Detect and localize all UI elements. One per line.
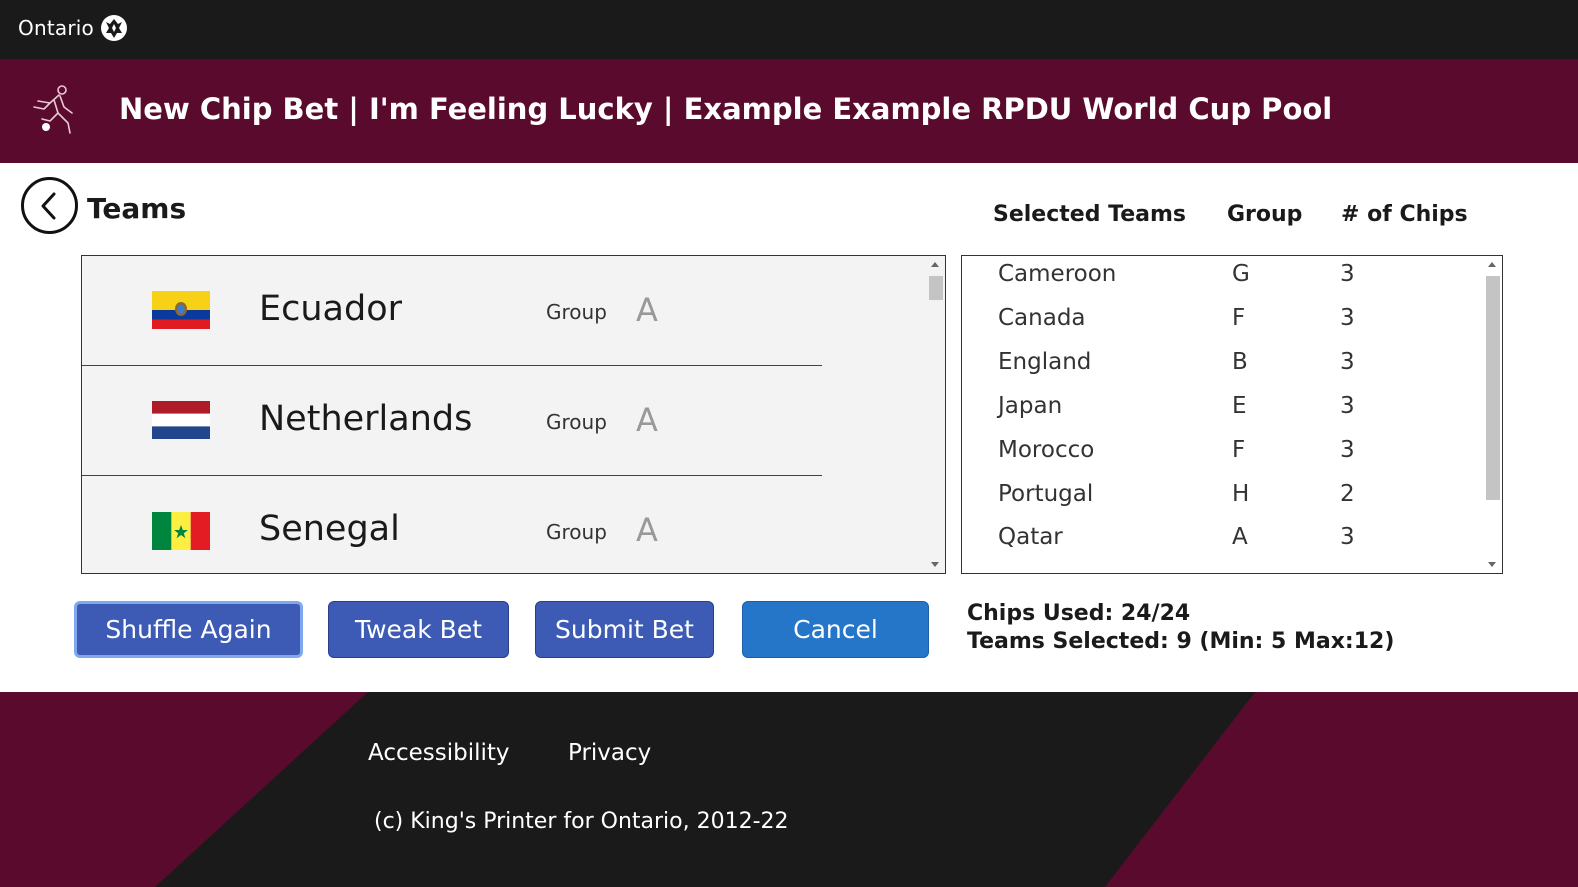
- section-title: Teams: [87, 192, 187, 225]
- group-value: A: [636, 401, 658, 439]
- team-name: Netherlands: [259, 399, 473, 439]
- table-row[interactable]: Japan E 3: [962, 388, 1482, 432]
- page-title: New Chip Bet | I'm Feeling Lucky | Examp…: [119, 92, 1333, 126]
- team-list-scrollbar[interactable]: [927, 260, 943, 569]
- ecuador-flag: [152, 291, 210, 329]
- netherlands-flag: [152, 401, 210, 439]
- chips-cell: 3: [1340, 524, 1355, 550]
- group-cell: B: [1232, 349, 1248, 375]
- privacy-link[interactable]: Privacy: [568, 740, 651, 766]
- table-row[interactable]: Cameroon G 3: [962, 256, 1482, 300]
- scrollbar-thumb[interactable]: [929, 276, 943, 300]
- team-cell: England: [998, 349, 1092, 375]
- team-gallery[interactable]: Ecuador Group A Netherlands Group A Sene…: [81, 255, 946, 574]
- chips-cell: 3: [1340, 261, 1355, 287]
- app-header: New Chip Bet | I'm Feeling Lucky | Examp…: [0, 59, 1578, 163]
- chips-cell: 2: [1340, 481, 1355, 507]
- ontario-logo-text: Ontario: [18, 16, 94, 40]
- chips-cell: 3: [1340, 349, 1355, 375]
- trillium-icon: [100, 15, 127, 41]
- chips-cell: 3: [1340, 437, 1355, 463]
- table-row[interactable]: Morocco F 3: [962, 432, 1482, 476]
- team-cell: Canada: [998, 305, 1086, 331]
- group-label: Group: [546, 520, 607, 544]
- team-row[interactable]: Netherlands Group A: [82, 366, 822, 476]
- team-cell: Portugal: [998, 481, 1094, 507]
- teams-selected-text: Teams Selected: 9 (Min: 5 Max:12): [967, 629, 1395, 654]
- table-row[interactable]: Portugal H 2: [962, 476, 1482, 520]
- footer-background-shape: [155, 692, 1255, 887]
- group-value: A: [636, 291, 658, 329]
- group-cell: A: [1232, 524, 1248, 550]
- team-cell: Cameroon: [998, 261, 1117, 287]
- chips-used-text: Chips Used: 24/24: [967, 601, 1191, 626]
- chips-cell: 3: [1340, 393, 1355, 419]
- scroll-up-icon[interactable]: [1488, 262, 1496, 267]
- chevron-left-icon: [41, 192, 55, 219]
- shuffle-again-button[interactable]: Shuffle Again: [74, 601, 303, 658]
- team-cell: Japan: [998, 393, 1063, 419]
- scroll-down-icon[interactable]: [931, 562, 939, 567]
- column-header-selected-teams: Selected Teams: [993, 202, 1186, 227]
- group-cell: F: [1232, 437, 1246, 463]
- soccer-player-icon: [33, 85, 73, 134]
- group-value: A: [636, 511, 658, 549]
- group-cell: H: [1232, 481, 1250, 507]
- back-button[interactable]: [21, 177, 78, 234]
- team-cell: Morocco: [998, 437, 1095, 463]
- table-row[interactable]: England B 3: [962, 344, 1482, 388]
- column-header-chips: # of Chips: [1341, 202, 1468, 227]
- scrollbar-thumb[interactable]: [1486, 276, 1500, 500]
- cancel-button[interactable]: Cancel: [742, 601, 929, 658]
- group-label: Group: [546, 300, 607, 324]
- accessibility-link[interactable]: Accessibility: [368, 740, 510, 766]
- team-row[interactable]: Senegal Group A: [82, 476, 822, 573]
- scroll-up-icon[interactable]: [931, 262, 939, 267]
- selected-list-scrollbar[interactable]: [1484, 260, 1500, 569]
- ontario-top-bar: Ontario: [0, 0, 1578, 59]
- senegal-flag: [152, 512, 210, 550]
- group-cell: F: [1232, 305, 1246, 331]
- group-cell: G: [1232, 261, 1250, 287]
- chips-cell: 3: [1340, 305, 1355, 331]
- submit-bet-button[interactable]: Submit Bet: [535, 601, 714, 658]
- scroll-down-icon[interactable]: [1488, 562, 1496, 567]
- group-label: Group: [546, 410, 607, 434]
- selected-teams-table[interactable]: Cameroon G 3 Canada F 3 England B 3 Japa…: [961, 255, 1503, 574]
- group-cell: E: [1232, 393, 1247, 419]
- team-cell: Qatar: [998, 524, 1063, 550]
- table-row[interactable]: Canada F 3: [962, 300, 1482, 344]
- team-name: Ecuador: [259, 289, 403, 329]
- team-row[interactable]: Ecuador Group A: [82, 256, 822, 366]
- column-header-group: Group: [1227, 202, 1303, 227]
- table-row[interactable]: Qatar A 3: [962, 519, 1482, 563]
- ontario-logo[interactable]: Ontario: [18, 14, 128, 42]
- copyright-text: (c) King's Printer for Ontario, 2012-22: [374, 809, 789, 834]
- bet-summary: Chips Used: 24/24 Teams Selected: 9 (Min…: [967, 600, 1394, 656]
- team-name: Senegal: [259, 509, 400, 549]
- page-footer: Accessibility Privacy (c) King's Printer…: [0, 692, 1578, 887]
- tweak-bet-button[interactable]: Tweak Bet: [328, 601, 509, 658]
